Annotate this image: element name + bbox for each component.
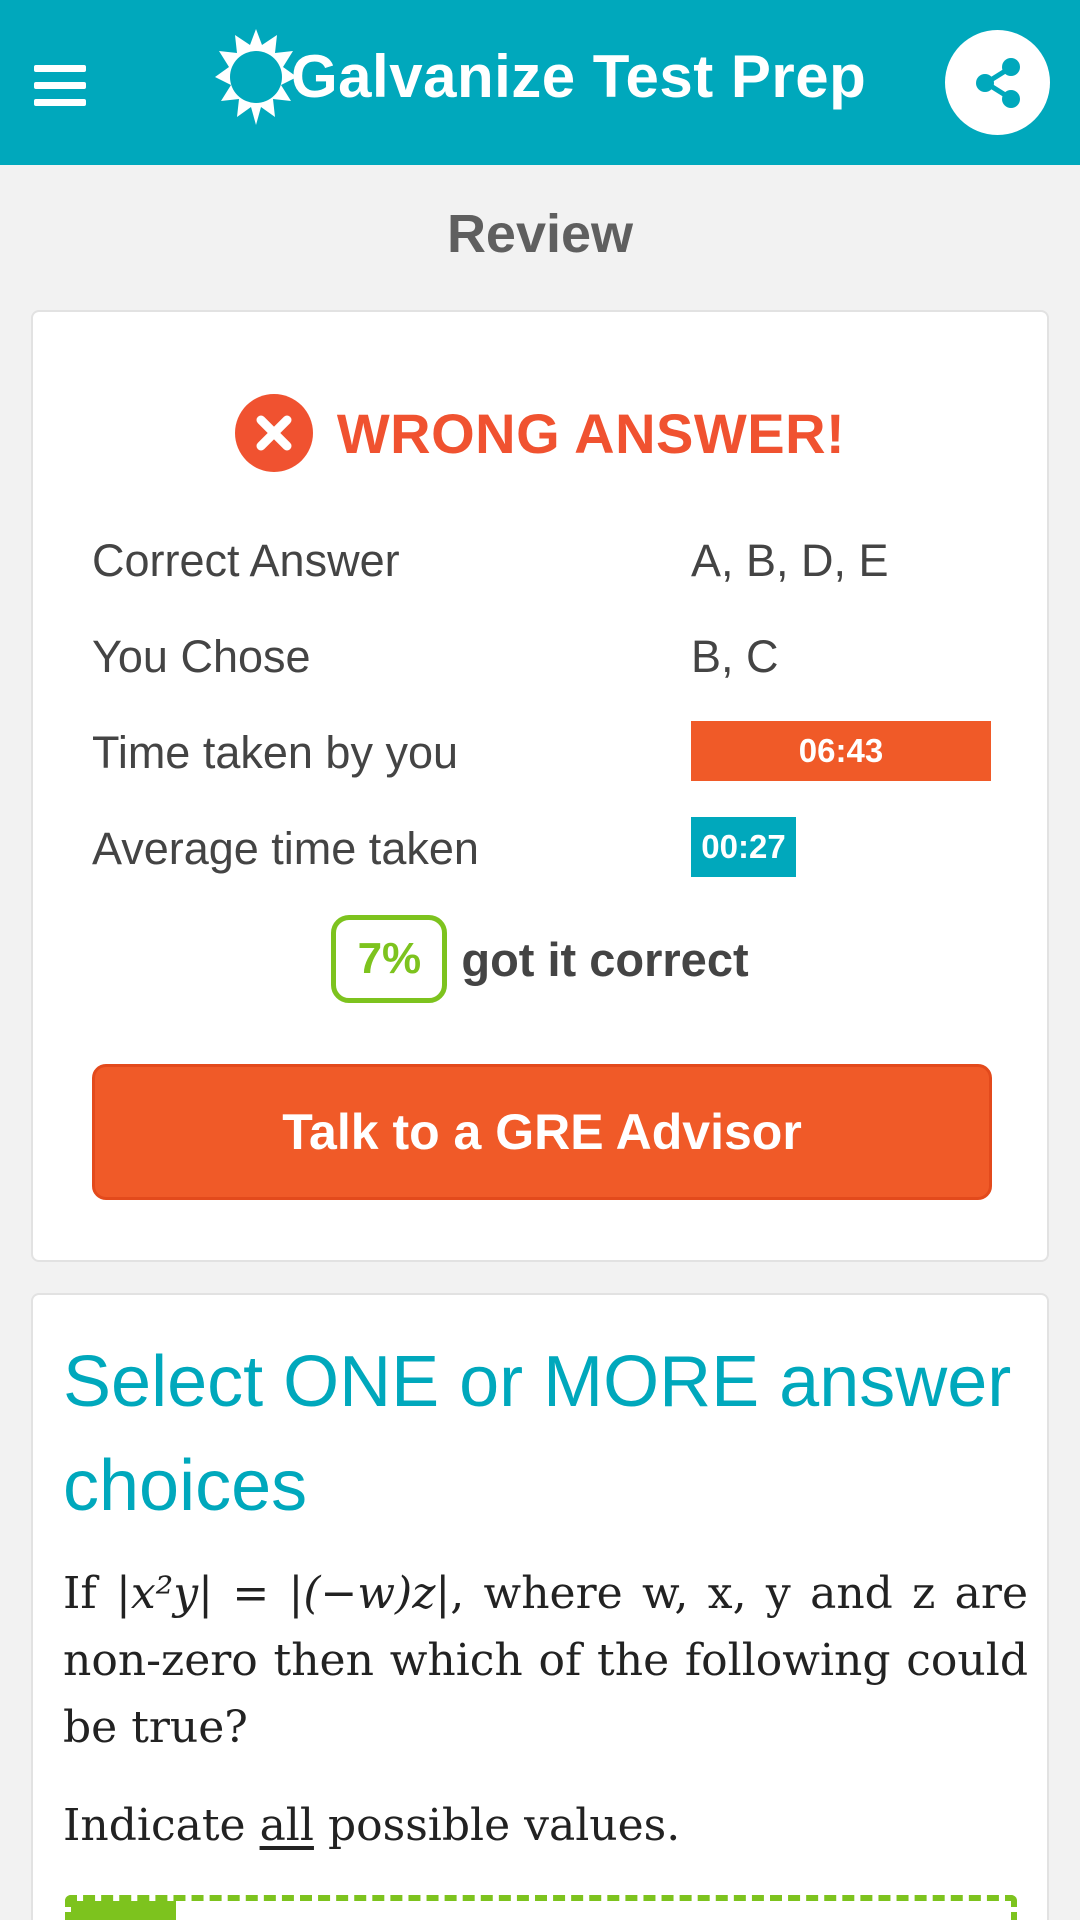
indicate-prefix: Indicate <box>63 1800 246 1851</box>
percent-correct-badge: 7% <box>331 915 448 1003</box>
share-button[interactable] <box>945 30 1050 135</box>
app-brand: Galvanize Test Prep <box>215 22 866 132</box>
answer-choice-option[interactable] <box>65 1895 1017 1920</box>
indicate-emphasis: all <box>259 1800 314 1851</box>
average-time-value: 00:27 <box>691 817 796 877</box>
x-circle-icon <box>234 394 313 472</box>
time-taken-value: 06:43 <box>691 721 991 781</box>
question-indicate-text: Indicate all possible values. <box>63 1800 680 1851</box>
verdict-text: WRONG ANSWER! <box>336 401 846 465</box>
verdict-banner: WRONG ANSWER! <box>33 394 1047 472</box>
percent-correct-row: 7% got it correct <box>33 915 1047 1003</box>
app-title: Galvanize Test Prep <box>291 43 867 110</box>
hamburger-menu-icon[interactable] <box>34 65 86 107</box>
question-stem-prefix: If <box>63 1568 97 1619</box>
question-stem-equation: |x²y| = |(−w)z| <box>116 1568 451 1619</box>
indicate-suffix: possible values. <box>327 1800 681 1851</box>
share-icon <box>975 57 1020 108</box>
you-chose-value: B, C <box>691 631 779 682</box>
correct-answer-value: A, B, D, E <box>691 535 889 586</box>
page-title: Review <box>446 204 634 264</box>
galvanize-logo-icon <box>215 29 297 125</box>
top-app-bar: Galvanize Test Prep <box>0 0 1080 165</box>
result-card: WRONG ANSWER! Correct Answer A, B, D, E … <box>31 310 1049 1262</box>
average-time-label: Average time taken <box>92 823 479 874</box>
question-card: Select ONE or MORE answer choices If |x²… <box>31 1293 1049 1920</box>
correct-answer-label: Correct Answer <box>92 535 400 586</box>
percent-correct-text: got it correct <box>461 932 749 986</box>
time-taken-label: Time taken by you <box>92 727 458 778</box>
talk-to-advisor-button[interactable]: Talk to a GRE Advisor <box>92 1064 992 1200</box>
question-instruction: Select ONE or MORE answer choices <box>63 1342 1012 1526</box>
answer-choice-marker <box>71 1901 176 1920</box>
you-chose-label: You Chose <box>92 631 311 682</box>
question-stem: If |x²y| = |(−w)z|, where w, x, y and z … <box>63 1560 1028 1761</box>
